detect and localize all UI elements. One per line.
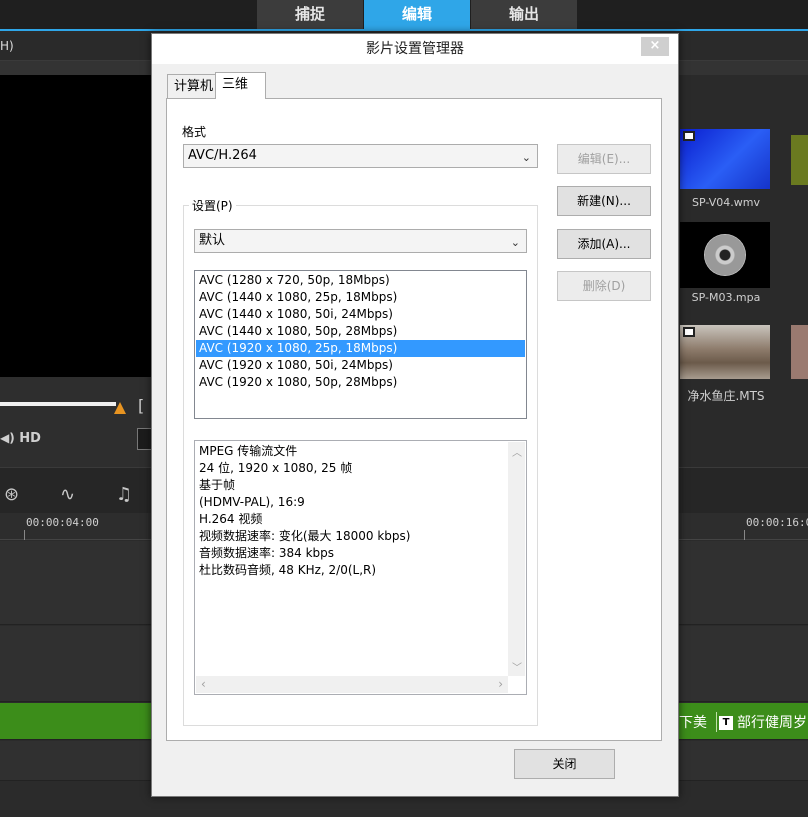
close-button[interactable]: 关闭	[514, 749, 615, 779]
scroll-left-icon[interactable]: ‹	[201, 677, 206, 691]
preview-window	[0, 75, 152, 377]
hd-indicator[interactable]: ◀) HD	[0, 431, 41, 446]
film-icon	[683, 131, 695, 141]
film-icon	[683, 327, 695, 337]
info-line: H.264 视频	[199, 512, 263, 526]
profile-list: AVC (1280 x 720, 50p, 18Mbps) AVC (1440 …	[194, 270, 527, 419]
profile-info-box: MPEG 传输流文件 24 位, 1920 x 1080, 25 帧 基于帧 (…	[194, 440, 527, 695]
title-clip-text: 下美	[679, 715, 707, 731]
ruler-tick	[24, 530, 25, 540]
menu-fragment[interactable]: H)	[0, 39, 14, 53]
tab-capture[interactable]: 捕捉	[257, 0, 363, 29]
chevron-down-icon: ⌄	[510, 236, 520, 249]
format-select[interactable]: AVC/H.264 ⌄	[183, 144, 538, 168]
audio-wave-icon[interactable]: ∿	[60, 484, 75, 505]
library-item-label: SP-M03.mpa	[691, 291, 761, 304]
close-icon[interactable]: ×	[641, 37, 669, 56]
info-line: 视频数据速率: 变化(最大 18000 kbps)	[199, 529, 411, 543]
library-item-label: 净水鱼庄.MTS	[687, 389, 765, 403]
library-thumb-partial[interactable]	[791, 325, 808, 379]
scroll-down-icon[interactable]: ﹀	[512, 659, 522, 674]
info-line: 杜比数码音频, 48 KHz, 2/0(L,R)	[199, 563, 377, 577]
title-clip-label[interactable]: T 部行健周岁	[716, 712, 807, 732]
format-value: AVC/H.264	[188, 148, 257, 163]
hd-label: HD	[19, 431, 41, 446]
info-line: MPEG 传输流文件	[199, 444, 298, 458]
library-thumb-partial[interactable]	[791, 135, 808, 185]
title-icon: T	[719, 716, 733, 730]
scroll-right-icon[interactable]: ›	[498, 677, 503, 691]
format-label: 格式	[182, 125, 207, 139]
library-panel: SP-V04.wmv SP-M03.mpa 净水鱼庄.MTS	[679, 75, 808, 467]
chevron-down-icon: ⌄	[521, 151, 531, 164]
edit-button[interactable]: 编辑(E)...	[557, 144, 651, 174]
library-thumb-audio[interactable]	[680, 222, 770, 288]
record-icon[interactable]: ⊛	[4, 484, 19, 505]
new-button[interactable]: 新建(N)...	[557, 186, 651, 216]
tab-panel: 格式 AVC/H.264 ⌄ 设置(P) 默认 ⌄ AVC (1280 x 72…	[166, 98, 662, 741]
movie-profile-manager-dialog: 影片设置管理器 × 计算机 三维 格式 AVC/H.264 ⌄ 设置(P) 默认…	[151, 33, 679, 797]
tab-output[interactable]: 输出	[471, 0, 577, 29]
info-line: 24 位, 1920 x 1080, 25 帧	[199, 461, 353, 475]
top-bar: 捕捉 编辑 输出	[0, 0, 808, 31]
ruler-tick	[744, 530, 745, 540]
tab-3d[interactable]: 三维	[215, 72, 266, 99]
tab-computer[interactable]: 计算机	[167, 74, 221, 99]
horizontal-scrollbar[interactable]: ‹ ›	[196, 676, 508, 693]
profile-list-item[interactable]: AVC (1440 x 1080, 25p, 18Mbps)	[196, 289, 525, 306]
ruler-time: 00:00:04:00	[26, 516, 99, 529]
mark-in-icon[interactable]: [	[138, 396, 144, 415]
title-clip-text: 部行健周岁	[737, 715, 807, 731]
info-line: 音频数据速率: 384 kbps	[199, 546, 335, 560]
library-item-label: SP-V04.wmv	[692, 196, 760, 209]
profile-list-item[interactable]: AVC (1920 x 1080, 50i, 24Mbps)	[196, 357, 525, 374]
vertical-scrollbar[interactable]: ︿ ﹀	[508, 442, 525, 676]
audio-mix-icon[interactable]: ♫	[116, 484, 132, 505]
timecode-box[interactable]	[137, 428, 152, 450]
playback-controls	[0, 377, 152, 467]
title-clip[interactable]	[0, 703, 152, 739]
settings-select[interactable]: 默认 ⌄	[194, 229, 527, 253]
scroll-up-icon[interactable]: ︿	[512, 444, 522, 459]
music-disc-icon	[704, 234, 746, 276]
settings-group-label: 设置(P)	[189, 197, 236, 214]
speaker-icon[interactable]: ◀)	[0, 431, 15, 445]
scrub-bar[interactable]	[0, 402, 116, 406]
info-line: (HDMV-PAL), 16:9	[199, 495, 305, 509]
dialog-title: 影片设置管理器	[152, 34, 678, 64]
scrub-handle[interactable]	[114, 402, 126, 414]
add-button[interactable]: 添加(A)...	[557, 229, 651, 259]
settings-value: 默认	[199, 233, 226, 248]
profile-list-item[interactable]: AVC (1280 x 720, 50p, 18Mbps)	[196, 272, 525, 289]
ruler-time: 00:00:16:00	[746, 516, 808, 529]
profile-list-item[interactable]: AVC (1920 x 1080, 50p, 28Mbps)	[196, 374, 525, 391]
tab-edit[interactable]: 编辑	[364, 0, 470, 29]
profile-list-item-selected[interactable]: AVC (1920 x 1080, 25p, 18Mbps)	[196, 340, 525, 357]
info-line: 基于帧	[199, 478, 236, 492]
profile-list-item[interactable]: AVC (1440 x 1080, 50p, 28Mbps)	[196, 323, 525, 340]
delete-button[interactable]: 删除(D)	[557, 271, 651, 301]
profile-list-item[interactable]: AVC (1440 x 1080, 50i, 24Mbps)	[196, 306, 525, 323]
